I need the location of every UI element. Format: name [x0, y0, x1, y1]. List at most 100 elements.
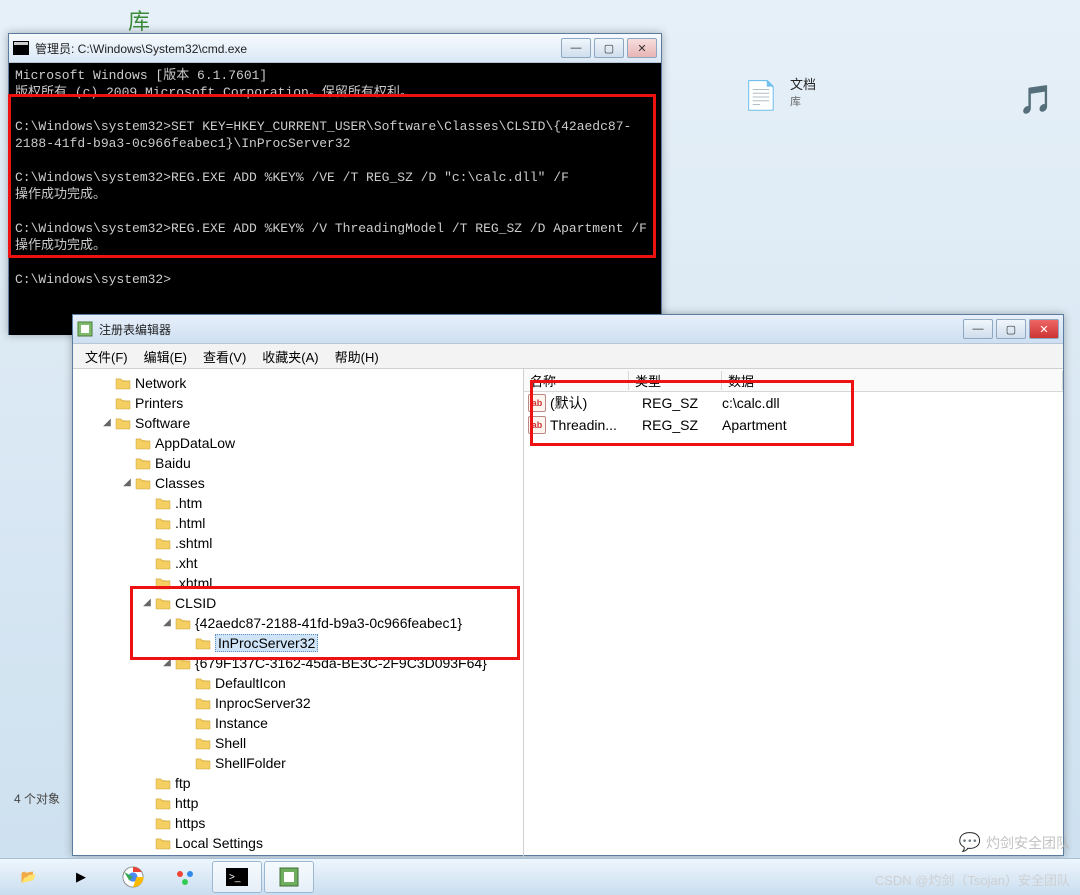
tree-node[interactable]: ShellFolder — [75, 753, 523, 773]
tree-label: {679F137C-3162-45da-BE3C-2F9C3D093F64} — [195, 653, 487, 673]
string-value-icon: ab — [528, 416, 546, 434]
value-data: Apartment — [722, 417, 1063, 433]
doc-label: 文档 — [790, 74, 816, 93]
minimize-button[interactable]: — — [561, 38, 591, 58]
menu-item[interactable]: 收藏夹(A) — [254, 345, 326, 368]
tree-label: Instance — [215, 713, 268, 733]
tree-node[interactable]: Baidu — [75, 453, 523, 473]
tree-label: Network — [135, 373, 186, 393]
menu-item[interactable]: 编辑(E) — [136, 345, 195, 368]
col-data[interactable]: 数据 — [722, 371, 1063, 390]
value-row[interactable]: ab(默认)REG_SZc:\calc.dll — [524, 392, 1063, 414]
tree-node[interactable]: Printers — [75, 393, 523, 413]
tree-label: http — [175, 793, 198, 813]
taskbar-chrome[interactable] — [108, 861, 158, 893]
value-name: (默认) — [550, 393, 642, 413]
cmd-icon — [13, 40, 29, 56]
taskbar-explorer[interactable]: 📂 — [4, 861, 54, 893]
tree-node[interactable]: ◢Classes — [75, 473, 523, 493]
tree-node[interactable]: ◢Software — [75, 413, 523, 433]
tree-label: Local Settings — [175, 833, 263, 853]
tree-node[interactable]: DefaultIcon — [75, 673, 523, 693]
regedit-title: 注册表编辑器 — [99, 321, 963, 338]
desktop-icon-music[interactable]: 🎵 — [996, 78, 1076, 120]
tree-node[interactable]: ftp — [75, 773, 523, 793]
taskbar: 📂 ▶ >_ — [0, 858, 1080, 895]
tree-node[interactable]: Shell — [75, 733, 523, 753]
close-button[interactable]: ✕ — [627, 38, 657, 58]
close-button[interactable]: ✕ — [1029, 319, 1059, 339]
doc-sublabel: 库 — [790, 93, 816, 109]
tree-node[interactable]: .htm — [75, 493, 523, 513]
value-type: REG_SZ — [642, 395, 722, 411]
regedit-window: 注册表编辑器 — ▢ ✕ 文件(F)编辑(E)查看(V)收藏夹(A)帮助(H) … — [72, 314, 1064, 856]
tree-node[interactable]: InProcServer32 — [75, 633, 523, 653]
menu-item[interactable]: 查看(V) — [195, 345, 254, 368]
cmd-output[interactable]: Microsoft Windows [版本 6.1.7601] 版权所有 (c)… — [9, 63, 661, 335]
cmd-title: 管理员: C:\Windows\System32\cmd.exe — [35, 40, 561, 57]
tree-label: .xhtml — [175, 573, 212, 593]
col-name[interactable]: 名称 — [524, 371, 629, 390]
values-header[interactable]: 名称 类型 数据 — [524, 369, 1063, 392]
tree-node[interactable]: .xht — [75, 553, 523, 573]
library-heading: 库 — [128, 4, 150, 36]
taskbar-regedit[interactable] — [264, 861, 314, 893]
tree-label: CLSID — [175, 593, 216, 613]
desktop-icon-documents[interactable]: 📄 文档 库 — [740, 74, 820, 116]
documents-icon: 📄 — [740, 74, 782, 116]
taskbar-baidu[interactable] — [160, 861, 210, 893]
tree-label: DefaultIcon — [215, 673, 286, 693]
menu-bar: 文件(F)编辑(E)查看(V)收藏夹(A)帮助(H) — [73, 344, 1063, 369]
cmd-window: 管理员: C:\Windows\System32\cmd.exe — ▢ ✕ M… — [8, 33, 662, 335]
regedit-icon — [77, 321, 93, 337]
taskbar-cmd[interactable]: >_ — [212, 861, 262, 893]
tree-label: Baidu — [155, 453, 191, 473]
tree-label: AppDataLow — [155, 433, 235, 453]
tree-label: {42aedc87-2188-41fd-b9a3-0c966feabec1} — [195, 613, 462, 633]
tree-node[interactable]: InprocServer32 — [75, 693, 523, 713]
tree-label: Classes — [155, 473, 205, 493]
tree-node[interactable]: .html — [75, 513, 523, 533]
maximize-button[interactable]: ▢ — [594, 38, 624, 58]
tree-label: .xht — [175, 553, 198, 573]
tree-label: Software — [135, 413, 190, 433]
taskbar-media[interactable]: ▶ — [56, 861, 106, 893]
maximize-button[interactable]: ▢ — [996, 319, 1026, 339]
svg-text:>_: >_ — [229, 872, 241, 883]
tree-node[interactable]: Instance — [75, 713, 523, 733]
tree-node[interactable]: https — [75, 813, 523, 833]
tree-node[interactable]: ◢CLSID — [75, 593, 523, 613]
tree-node[interactable]: AppDataLow — [75, 433, 523, 453]
tree-label: .html — [175, 513, 205, 533]
tree-label: InprocServer32 — [215, 693, 311, 713]
value-type: REG_SZ — [642, 417, 722, 433]
tree-label: .htm — [175, 493, 202, 513]
registry-values-pane[interactable]: 名称 类型 数据 ab(默认)REG_SZc:\calc.dllabThread… — [524, 369, 1063, 857]
tree-node[interactable]: ◢{42aedc87-2188-41fd-b9a3-0c966feabec1} — [75, 613, 523, 633]
tree-label: InProcServer32 — [215, 633, 318, 653]
music-icon: 🎵 — [1015, 78, 1057, 120]
tree-node[interactable]: http — [75, 793, 523, 813]
col-type[interactable]: 类型 — [629, 371, 722, 390]
tree-node[interactable]: .shtml — [75, 533, 523, 553]
tree-label: ftp — [175, 773, 191, 793]
tree-label: Printers — [135, 393, 183, 413]
registry-tree[interactable]: NetworkPrinters◢SoftwareAppDataLowBaidu◢… — [73, 369, 524, 857]
status-text: 4 个对象 — [14, 790, 60, 807]
menu-item[interactable]: 帮助(H) — [327, 345, 387, 368]
value-row[interactable]: abThreadin...REG_SZApartment — [524, 414, 1063, 436]
tree-label: .shtml — [175, 533, 212, 553]
cmd-titlebar[interactable]: 管理员: C:\Windows\System32\cmd.exe — ▢ ✕ — [9, 34, 661, 63]
minimize-button[interactable]: — — [963, 319, 993, 339]
tree-node[interactable]: Network — [75, 373, 523, 393]
value-name: Threadin... — [550, 417, 642, 433]
tree-node[interactable]: Local Settings — [75, 833, 523, 853]
tree-label: ShellFolder — [215, 753, 286, 773]
tree-label: Shell — [215, 733, 246, 753]
menu-item[interactable]: 文件(F) — [77, 345, 136, 368]
tree-node[interactable]: ◢{679F137C-3162-45da-BE3C-2F9C3D093F64} — [75, 653, 523, 673]
value-data: c:\calc.dll — [722, 395, 1063, 411]
tree-label: https — [175, 813, 205, 833]
regedit-titlebar[interactable]: 注册表编辑器 — ▢ ✕ — [73, 315, 1063, 344]
tree-node[interactable]: .xhtml — [75, 573, 523, 593]
